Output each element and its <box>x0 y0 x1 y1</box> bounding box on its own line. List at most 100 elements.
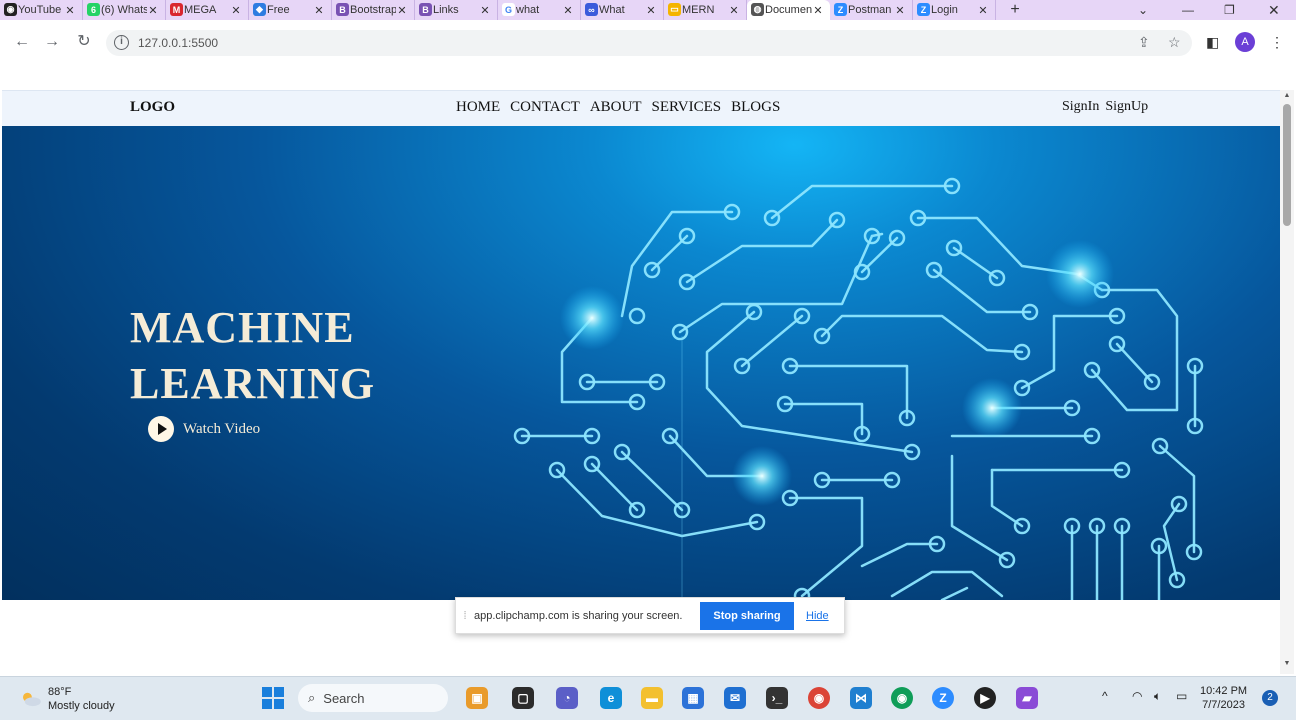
edge-icon[interactable]: e <box>600 687 622 709</box>
bag-icon[interactable]: ▣ <box>466 687 488 709</box>
windows-start-icon[interactable] <box>262 687 284 709</box>
bootstrap-icon: B <box>336 3 349 16</box>
share-icon[interactable]: ⇪ <box>1138 34 1150 51</box>
close-tab-icon[interactable]: ✕ <box>396 4 408 17</box>
battery-icon[interactable]: ▭ <box>1176 689 1187 703</box>
clipchamp-icon[interactable]: ▰ <box>1016 687 1038 709</box>
browser-tab-label: Document <box>765 4 812 16</box>
scroll-up-icon[interactable]: ▲ <box>1282 92 1292 99</box>
browser-tab[interactable]: Z Postman ✕ <box>830 0 913 20</box>
vscode-icon[interactable]: ⋈ <box>850 687 872 709</box>
browser-tab[interactable]: Gwhat ✕ <box>498 0 581 20</box>
media-player-icon[interactable]: ▶ <box>974 687 996 709</box>
menu-blogs[interactable]: BLOGS <box>731 99 780 116</box>
browser-tab[interactable]: 6(6) WhatsApp✕ <box>83 0 166 20</box>
browser-tab[interactable]: M MEGA ✕ <box>166 0 249 20</box>
signup-link[interactable]: SignUp <box>1105 99 1148 115</box>
back-arrow-icon[interactable]: ← <box>12 32 32 52</box>
site-logo[interactable]: LOGO <box>130 99 175 116</box>
maximize-icon[interactable]: ❐ <box>1224 0 1235 20</box>
browser-tab[interactable]: B Links ✕ <box>415 0 498 20</box>
browser-tab[interactable]: ◍ Document ✕ <box>747 0 830 20</box>
volume-icon[interactable]: 🔈︎ <box>1154 689 1161 704</box>
minimize-icon[interactable]: — <box>1182 0 1194 20</box>
bookmark-star-icon[interactable]: ☆ <box>1168 34 1181 51</box>
tray-chevron-icon[interactable]: ^ <box>1102 689 1108 703</box>
scroll-thumb[interactable] <box>1283 104 1291 226</box>
reload-icon[interactable]: ↻ <box>74 32 94 52</box>
browser-tab[interactable]: ◆ Free ✕ <box>249 0 332 20</box>
browser-tab[interactable]: ∞ What ✕ <box>581 0 664 20</box>
weather-widget[interactable]: 88°F Mostly cloudy <box>20 685 115 713</box>
profile-avatar[interactable]: A <box>1235 32 1255 52</box>
browser-tab-label: What <box>599 4 625 16</box>
site-navbar: LOGO HOME CONTACT ABOUT SERVICES BLOGS S… <box>2 90 1280 126</box>
close-tab-icon[interactable]: ✕ <box>562 4 574 17</box>
browser-tab-label: MEGA <box>184 4 217 16</box>
google-icon: G <box>502 3 515 16</box>
close-tab-icon[interactable]: ✕ <box>313 4 325 17</box>
close-tab-icon[interactable]: ✕ <box>64 4 76 17</box>
globe-icon: ◍ <box>751 3 764 16</box>
close-tab-icon[interactable]: ✕ <box>147 4 159 17</box>
close-tab-icon[interactable]: ✕ <box>479 4 491 17</box>
drag-handle-icon[interactable]: ⁞ <box>456 610 474 622</box>
wifi-icon[interactable]: ◠ <box>1132 689 1142 703</box>
browser-tab[interactable]: B Bootstrap ✕ <box>332 0 415 20</box>
task-view-icon[interactable]: ▢ <box>512 687 534 709</box>
menu-dots-icon[interactable]: ⋮ <box>1270 34 1284 51</box>
new-tab-icon[interactable]: + <box>1002 1 1028 19</box>
play-icon[interactable] <box>148 416 174 442</box>
taskbar-search[interactable]: ⌕ Search <box>298 684 448 712</box>
github-icon: ◉ <box>4 3 17 16</box>
watch-video-button[interactable]: Watch Video <box>148 416 260 442</box>
chrome-icon[interactable]: ◉ <box>808 687 830 709</box>
store-icon[interactable]: ▦ <box>682 687 704 709</box>
hero-title-line-1: MACHINE <box>130 303 355 352</box>
menu-home[interactable]: HOME <box>456 99 500 116</box>
close-tab-icon[interactable]: ✕ <box>812 4 824 17</box>
zoom-app-icon[interactable]: Z <box>932 687 954 709</box>
url-text[interactable]: 127.0.0.1:5500 <box>138 36 218 50</box>
close-tab-icon[interactable]: ✕ <box>645 4 657 17</box>
browser-tab-label: Bootstrap <box>350 4 396 16</box>
address-bar[interactable]: i 127.0.0.1:5500 ⇪ ☆ <box>106 30 1192 56</box>
terminal-icon[interactable]: ›_ <box>766 687 788 709</box>
page-scrollbar[interactable]: ▲ ▼ <box>1280 90 1294 674</box>
clock-time: 10:42 PM <box>1200 685 1248 697</box>
site-info-icon[interactable]: i <box>114 35 129 50</box>
menu-services[interactable]: SERVICES <box>651 99 721 116</box>
close-window-icon[interactable]: ✕ <box>1268 0 1280 20</box>
close-tab-icon[interactable]: ✕ <box>230 4 242 17</box>
forward-arrow-icon[interactable]: → <box>42 32 62 52</box>
tab-search-icon[interactable]: ⌄ <box>1138 0 1148 20</box>
watch-video-label[interactable]: Watch Video <box>183 421 260 438</box>
browser-tab-label: MERN <box>682 4 715 16</box>
menu-about[interactable]: ABOUT <box>590 99 642 116</box>
stop-sharing-button[interactable]: Stop sharing <box>700 601 794 630</box>
file-explorer-icon[interactable]: ▬ <box>641 687 663 709</box>
hide-link[interactable]: Hide <box>806 610 829 622</box>
close-tab-icon[interactable]: ✕ <box>728 4 740 17</box>
close-tab-icon[interactable]: ✕ <box>977 4 989 17</box>
clock-date: 7/7/2023 <box>1202 699 1245 711</box>
browser-tab[interactable]: Z Login ✕ <box>913 0 996 20</box>
mail-icon[interactable]: ✉ <box>724 687 746 709</box>
tab-strip: ◉YouTube✕6(6) WhatsApp✕MMEGA✕◆Free✕BBoot… <box>0 0 1296 20</box>
browser-tab[interactable]: ▭ MERN ✕ <box>664 0 747 20</box>
chrome-profile-icon[interactable]: ◉ <box>891 687 913 709</box>
bootstrap-icon: B <box>419 3 432 16</box>
menu-contact[interactable]: CONTACT <box>510 99 580 116</box>
hero-title: MACHINE LEARNING <box>130 300 375 412</box>
notification-badge[interactable]: 2 <box>1262 690 1278 706</box>
signin-link[interactable]: SignIn <box>1062 99 1099 115</box>
windows-taskbar: 88°F Mostly cloudy ⌕ Search ▣ ▢ ◔ e ▬ ▦ … <box>0 676 1296 720</box>
scroll-down-icon[interactable]: ▼ <box>1282 660 1292 667</box>
browser-tab-label: Links <box>433 4 459 16</box>
browser-tab[interactable]: ◉ YouTube ✕ <box>0 0 83 20</box>
close-tab-icon[interactable]: ✕ <box>894 4 906 17</box>
system-clock[interactable]: 10:42 PM 7/7/2023 <box>1200 684 1247 712</box>
side-panel-icon[interactable]: ◧ <box>1206 34 1219 51</box>
browser-tab-label: what <box>516 4 540 16</box>
teams-chat-icon[interactable]: ◔ <box>556 687 578 709</box>
